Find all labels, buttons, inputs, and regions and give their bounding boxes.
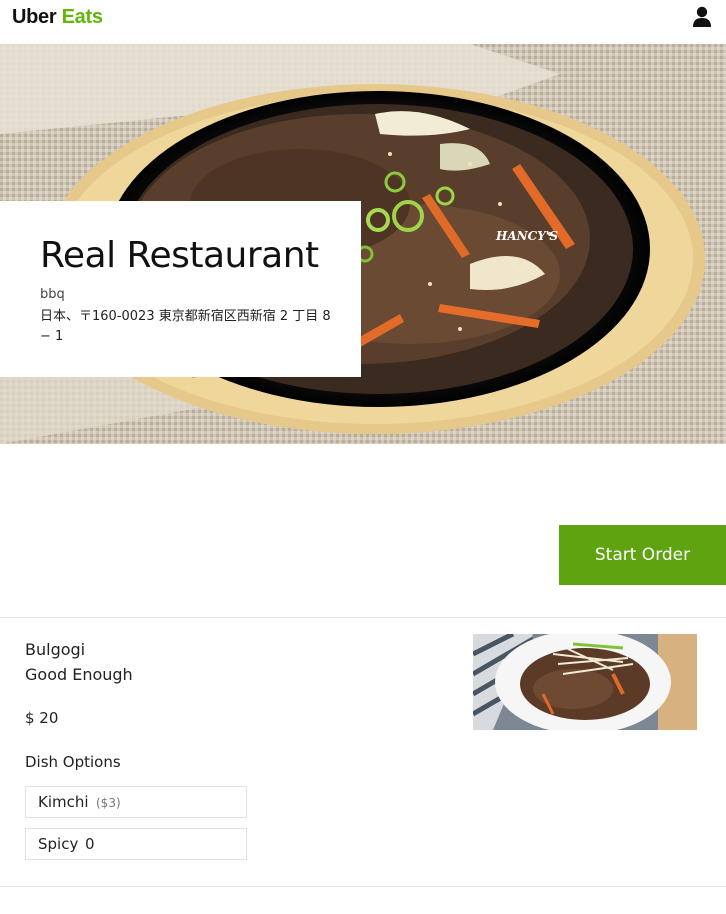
restaurant-address: 日本、〒160-0023 東京都新宿区西新宿 2 丁目 8 − 1	[40, 309, 331, 344]
restaurant-hero: HANCY'S Real Restaurant bbq 日本、〒160-0023…	[0, 44, 726, 444]
section-divider	[0, 886, 726, 887]
logo-uber-text: Uber	[12, 6, 57, 28]
dish-options-title: Dish Options	[25, 753, 121, 771]
user-icon[interactable]	[692, 6, 712, 28]
dish-price: $ 20	[25, 709, 59, 727]
restaurant-name: Real Restaurant	[40, 235, 319, 276]
photo-watermark-text: HANCY'S	[495, 229, 558, 243]
dish-photo	[473, 634, 697, 730]
start-order-button[interactable]: Start Order	[559, 525, 726, 585]
dish-name: Bulgogi	[25, 640, 86, 659]
logo-eats-text: Eats	[61, 6, 103, 28]
restaurant-category: bbq	[40, 287, 65, 302]
dish-option-spicy[interactable]: Spicy 0	[25, 828, 247, 860]
uber-eats-logo[interactable]: Uber Eats	[12, 6, 103, 29]
option-label: Kimchi	[38, 793, 89, 811]
section-divider	[0, 617, 726, 618]
dish-photo-image	[473, 634, 697, 730]
dish-description: Good Enough	[25, 665, 133, 684]
option-value: 0	[85, 835, 95, 853]
dish-option-kimchi[interactable]: Kimchi ($3)	[25, 786, 247, 818]
option-label: Spicy	[38, 835, 79, 853]
restaurant-info-card: Real Restaurant bbq 日本、〒160-0023 東京都新宿区西…	[0, 201, 361, 377]
top-header: Uber Eats	[0, 0, 726, 44]
option-price: ($3)	[96, 796, 121, 810]
